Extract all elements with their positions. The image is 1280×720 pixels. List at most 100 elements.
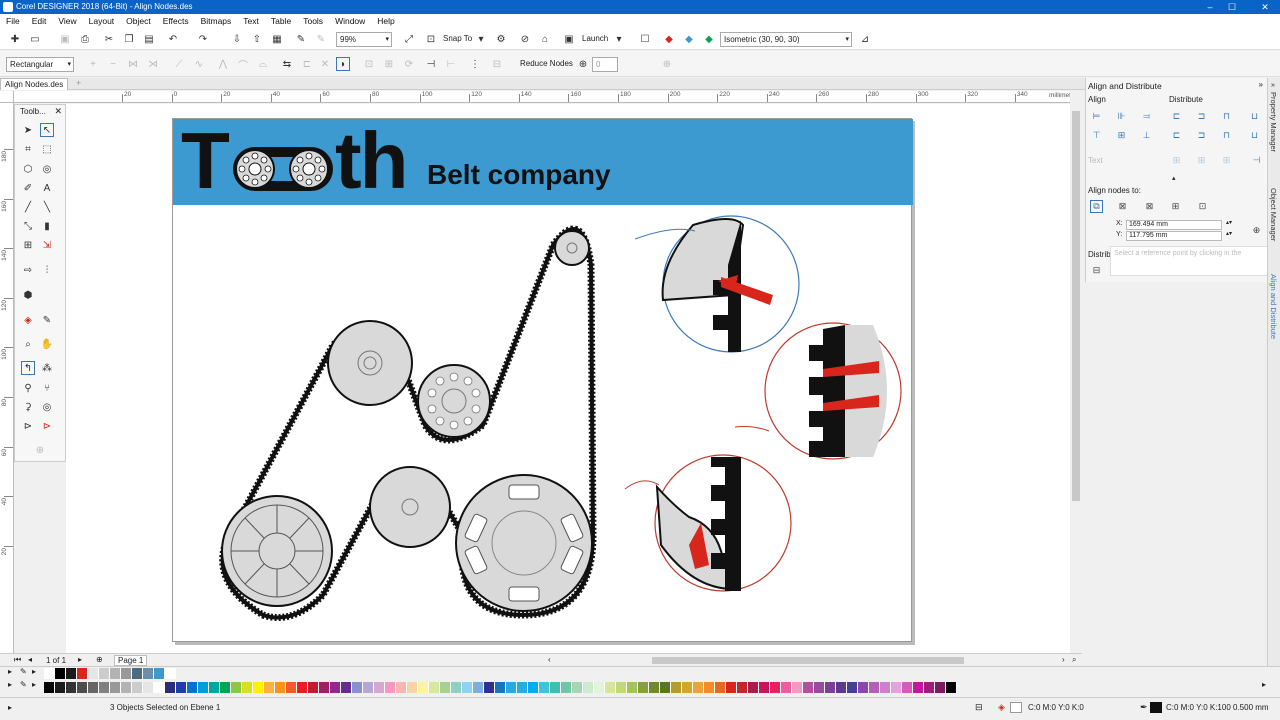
color-swatch[interactable] <box>880 682 891 693</box>
color-swatch[interactable] <box>297 682 308 693</box>
smart-fill-icon[interactable]: ⁂ <box>40 361 54 375</box>
new-document-icon[interactable]: ✚ <box>8 32 22 46</box>
align-top-icon[interactable]: ⊤ <box>1090 129 1103 142</box>
fill-swatch[interactable] <box>1010 702 1022 713</box>
close-icon[interactable]: ✕ <box>54 106 62 117</box>
prev-page-icon[interactable]: ◂ <box>28 655 32 664</box>
color-swatch[interactable] <box>891 682 902 693</box>
full-screen-icon[interactable]: ⤢ <box>402 32 416 46</box>
distribute-right-icon[interactable]: ⊓ <box>1220 110 1233 123</box>
color-swatch[interactable] <box>737 682 748 693</box>
vertical-ruler[interactable]: 180 160 140 120 100 80 60 40 20 <box>0 103 14 653</box>
color-swatch[interactable] <box>418 682 429 693</box>
color-swatch[interactable] <box>385 682 396 693</box>
first-page-icon[interactable]: ⏮ <box>14 655 21 665</box>
distribute-center-icon[interactable]: ⊐ <box>1195 110 1208 123</box>
extract-subpath-icon[interactable]: ⊡ <box>362 57 376 71</box>
color-swatch[interactable] <box>484 682 495 693</box>
close-curve-active-icon[interactable]: ◗ <box>336 57 350 71</box>
to-curve-icon[interactable]: ∿ <box>192 57 206 71</box>
snap-icon[interactable]: ⊡ <box>424 32 438 46</box>
pick-tool-icon[interactable]: ➤ <box>21 123 35 137</box>
color-swatch[interactable] <box>935 682 946 693</box>
menu-window[interactable]: Window <box>335 16 365 26</box>
dimension-tool-icon[interactable]: ⇲ <box>40 238 54 252</box>
color-swatch[interactable] <box>759 682 770 693</box>
scroll-right-icon[interactable]: › <box>1062 655 1065 664</box>
color-swatch[interactable] <box>231 682 242 693</box>
pin-tool-icon[interactable]: ⚲ <box>21 381 35 395</box>
color-swatch[interactable] <box>946 682 957 693</box>
color-swatch[interactable] <box>132 682 143 693</box>
color-swatch[interactable] <box>539 682 550 693</box>
color-swatch[interactable] <box>286 682 297 693</box>
to-line-icon[interactable]: ⟋ <box>172 57 186 71</box>
text-tool-icon[interactable]: A <box>40 181 54 195</box>
color-swatch[interactable] <box>770 682 781 693</box>
color-swatch[interactable] <box>781 682 792 693</box>
align-nodes-icon[interactable]: ⊣ <box>424 57 438 71</box>
gear-icon[interactable]: ⚙ <box>494 32 508 46</box>
color-swatch[interactable] <box>55 682 66 693</box>
color-swatch[interactable] <box>88 668 99 679</box>
eyedropper-tool-icon[interactable]: ✎ <box>40 313 54 327</box>
color-swatch[interactable] <box>836 682 847 693</box>
color-swatch[interactable] <box>748 682 759 693</box>
chevron-down-icon[interactable]: ▾ <box>474 32 488 46</box>
color-swatch[interactable] <box>671 682 682 693</box>
eyedropper-icon[interactable]: ✎ <box>20 680 27 689</box>
shape-tool-icon[interactable]: ↖ <box>40 123 54 137</box>
zoom-tool-icon[interactable]: ⌕ <box>21 337 35 351</box>
connector-tool-icon[interactable]: ⤡ <box>21 219 35 233</box>
select-all-nodes-icon[interactable]: ⊟ <box>490 57 504 71</box>
color-swatch[interactable] <box>506 682 517 693</box>
color-swatch[interactable] <box>847 682 858 693</box>
elastic-mode-icon[interactable]: ⋮ <box>468 57 482 71</box>
color-swatch[interactable] <box>792 682 803 693</box>
color-swatch[interactable] <box>572 682 583 693</box>
pan-tool-icon[interactable]: ✋ <box>40 337 54 351</box>
break-curve-icon[interactable]: ⋊ <box>146 57 160 71</box>
color-swatch[interactable] <box>550 682 561 693</box>
distribute-top-icon[interactable]: ⊏ <box>1170 129 1183 142</box>
palette-menu-icon[interactable]: ▸ <box>32 680 36 689</box>
color-swatch[interactable] <box>66 682 77 693</box>
color-swatch[interactable] <box>99 668 110 679</box>
palette-scroll-icon[interactable]: ▸ <box>8 680 12 689</box>
status-arrow-icon[interactable]: ▸ <box>8 703 12 712</box>
color-swatch[interactable] <box>143 682 154 693</box>
color-swatch[interactable] <box>396 682 407 693</box>
distribute-bottom-icon[interactable]: ⊓ <box>1220 129 1233 142</box>
save-icon[interactable]: ▣ <box>58 32 72 46</box>
menu-bitmaps[interactable]: Bitmaps <box>201 16 232 26</box>
pulley-middle[interactable] <box>369 466 451 548</box>
color-swatch[interactable] <box>715 682 726 693</box>
zoom-combo[interactable]: 99% ▾ <box>336 32 392 47</box>
pin-icon[interactable]: ⊣ <box>1250 154 1263 167</box>
rectangle-icon[interactable]: ☐ <box>638 32 652 46</box>
color-swatch[interactable] <box>319 682 330 693</box>
color-swatch[interactable] <box>902 682 913 693</box>
maximize-button[interactable]: ☐ <box>1222 0 1242 14</box>
color-swatch[interactable] <box>66 668 77 679</box>
cube-side-icon[interactable]: ◆ <box>682 32 696 46</box>
home-icon[interactable]: ⌂ <box>538 32 552 46</box>
color-swatch[interactable] <box>220 682 231 693</box>
copy-icon[interactable]: ❐ <box>122 32 136 46</box>
vertical-scroll-thumb[interactable] <box>1072 111 1080 501</box>
tab-align-distribute[interactable]: Align and Distribute <box>1269 274 1278 339</box>
color-swatch[interactable] <box>341 682 352 693</box>
distribute-spacing-v-icon[interactable]: ⊔ <box>1248 129 1261 142</box>
palette-scroll-icon[interactable]: ▸ <box>8 667 12 676</box>
close-button[interactable]: ✕ <box>1250 0 1280 14</box>
page-tab[interactable]: Page 1 <box>114 655 148 666</box>
color-swatch[interactable] <box>517 682 528 693</box>
color-swatch[interactable] <box>110 682 121 693</box>
line-tool-icon[interactable]: ╱ <box>21 200 35 214</box>
color-swatch[interactable] <box>528 682 539 693</box>
color-swatch[interactable] <box>132 668 143 679</box>
smooth-node-icon[interactable]: ⌒ <box>236 57 250 72</box>
docker-expand-icon[interactable]: » <box>1259 80 1263 89</box>
cube-front-icon[interactable]: ◆ <box>662 32 676 46</box>
color-swatch[interactable] <box>88 682 99 693</box>
